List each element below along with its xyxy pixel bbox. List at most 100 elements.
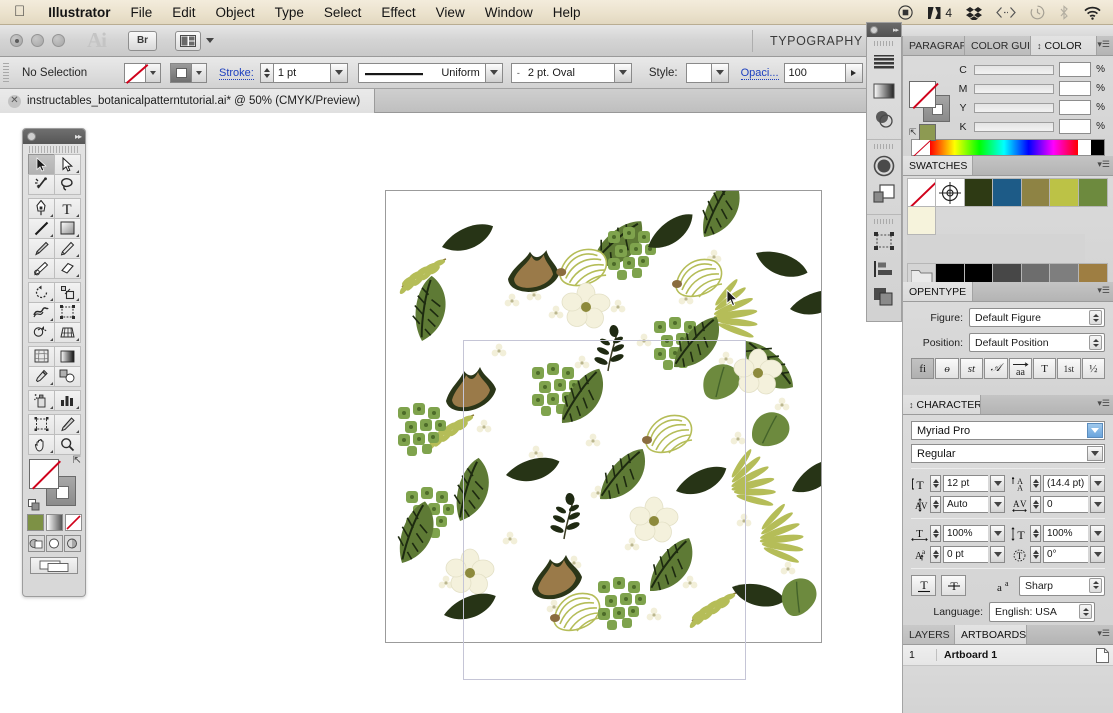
horizontal-scale-stepper[interactable]	[930, 525, 941, 542]
default-fill-stroke-icon[interactable]	[28, 498, 40, 510]
adobe-creative-cloud-icon[interactable]: 4	[920, 0, 959, 25]
swatch-dark-olive[interactable]	[964, 178, 994, 207]
color-slider-k[interactable]	[974, 122, 1054, 132]
dock-group-1[interactable]	[867, 37, 901, 140]
drawing-mode-buttons[interactable]	[23, 535, 85, 552]
dock-group-2[interactable]	[867, 140, 901, 215]
dock-header[interactable]: ▸▸	[867, 23, 901, 37]
color-value-m[interactable]	[1059, 81, 1091, 96]
contextual-alternates-button[interactable]: ɵ	[935, 358, 958, 379]
character-style-antialias-row[interactable]: T T aa Sharp	[911, 575, 1105, 596]
shape-builder-tool[interactable]	[28, 322, 55, 343]
font-family-field[interactable]: Myriad Pro	[911, 421, 1105, 440]
hand-tool[interactable]	[28, 434, 55, 455]
swatches-row-2[interactable]	[907, 206, 1109, 263]
kerning-stepper[interactable]	[930, 496, 941, 513]
vertical-scale-dropdown-icon[interactable]	[1090, 525, 1105, 542]
menu-illustrator[interactable]: Illustrator	[38, 0, 120, 25]
color-slider-y[interactable]	[974, 103, 1054, 113]
tab-swatches[interactable]: SWATCHES	[903, 156, 973, 175]
apple-menu-icon[interactable]: 	[0, 4, 38, 19]
stroke-weight-label-link[interactable]: Stroke:	[219, 67, 254, 79]
tools-fill-swatch-none[interactable]	[29, 459, 59, 489]
stroke-swatch-icon[interactable]	[170, 63, 192, 83]
menu-effect[interactable]: Effect	[371, 0, 425, 25]
opentype-position-stepper-icon[interactable]	[1089, 335, 1102, 350]
artboards-panel-tabs[interactable]: LAYERS ARTBOARDS ▾☰	[903, 625, 1113, 645]
menu-view[interactable]: View	[426, 0, 475, 25]
magic-wand-tool[interactable]	[28, 174, 55, 195]
blob-brush-tool[interactable]	[28, 258, 55, 279]
opentype-panel-tabs[interactable]: OPENTYPE ▾☰	[903, 282, 1113, 302]
character-panel-menu-icon[interactable]: ▾☰	[1097, 399, 1110, 408]
direct-selection-tool[interactable]	[54, 154, 81, 175]
character-panel-body[interactable]: Myriad Pro Regular T 12 pt AA (14.	[903, 415, 1113, 630]
baseline-shift-value[interactable]: 0 pt	[943, 546, 988, 563]
swatch-registration[interactable]	[935, 178, 965, 207]
tools-group-symbol[interactable]	[28, 390, 80, 410]
bluetooth-icon[interactable]	[1052, 0, 1076, 25]
opentype-panel[interactable]: OPENTYPE ▾☰ Figure: Default Figure Posit…	[902, 282, 1113, 395]
zoom-tool[interactable]	[54, 434, 81, 455]
swatch-blue[interactable]	[992, 178, 1022, 207]
symbol-sprayer-tool[interactable]	[28, 390, 55, 411]
symbols-panel-icon[interactable]	[871, 181, 897, 207]
gradient-tool[interactable]	[54, 346, 81, 367]
menu-file[interactable]: File	[121, 0, 163, 25]
tracking-stepper[interactable]	[1030, 496, 1041, 513]
brush-dropdown-button[interactable]	[615, 63, 632, 83]
color-slider-row-c[interactable]: C %	[957, 62, 1105, 77]
stroke-profile-combo[interactable]: Uniform	[358, 63, 486, 83]
spectrum-ramp[interactable]	[930, 140, 1078, 155]
stroke-weight-value[interactable]: 1 pt	[273, 63, 331, 83]
color-panel-fill-swatch-none[interactable]	[909, 81, 936, 108]
mesh-tool[interactable]	[28, 346, 55, 367]
control-bar-grip[interactable]	[3, 63, 9, 83]
dock-group-3-grip[interactable]	[874, 219, 894, 224]
color-panel-menu-icon[interactable]: ▾☰	[1097, 40, 1110, 49]
menu-edit[interactable]: Edit	[162, 0, 205, 25]
table-row[interactable]: 1 Artboard 1	[903, 645, 1113, 666]
dock-expand-icon[interactable]: ▸▸	[893, 26, 898, 34]
font-size-dropdown-icon[interactable]	[990, 475, 1005, 492]
swatch-olive-green[interactable]	[1078, 178, 1108, 207]
language-stepper-icon[interactable]	[1079, 604, 1092, 619]
tools-group-nav[interactable]	[28, 414, 80, 454]
rotation-control[interactable]: T 0°	[1011, 546, 1105, 563]
draw-normal-button[interactable]	[28, 535, 45, 552]
leading-stepper[interactable]	[1030, 475, 1041, 492]
leading-dropdown-icon[interactable]	[1090, 475, 1105, 492]
dropbox-icon[interactable]	[959, 0, 989, 25]
opentype-figure-stepper-icon[interactable]	[1089, 310, 1102, 325]
strikethrough-button[interactable]: T	[941, 575, 966, 596]
opacity-field[interactable]: 100	[784, 63, 863, 83]
type-tool[interactable]: T	[54, 198, 81, 219]
fractions-button[interactable]: ½	[1082, 358, 1105, 379]
swatch-cream[interactable]	[907, 206, 937, 235]
perspective-grid-tool[interactable]	[54, 322, 81, 343]
color-slider-row-k[interactable]: K %	[957, 119, 1105, 134]
tools-collapse-icon[interactable]: ▸▸	[75, 132, 81, 141]
color-value-c[interactable]	[1059, 62, 1091, 77]
rotation-value[interactable]: 0°	[1043, 546, 1088, 563]
line-segment-tool[interactable]	[28, 218, 55, 239]
tab-color-guide[interactable]: COLOR GUI	[965, 36, 1031, 55]
swatches-row-1[interactable]	[907, 178, 1109, 206]
workspace-switcher[interactable]: TYPOGRAPHY	[770, 34, 863, 48]
tracking-value[interactable]: 0	[1043, 496, 1088, 513]
kerning-value[interactable]: Auto	[943, 496, 988, 513]
ordinals-button[interactable]: 1st	[1057, 358, 1080, 379]
tools-group-paint[interactable]	[28, 346, 80, 386]
graphic-style-value[interactable]	[686, 63, 712, 83]
opentype-panel-body[interactable]: Figure: Default Figure Position: Default…	[903, 302, 1113, 387]
spectrum-white-swatch[interactable]	[1078, 140, 1091, 155]
character-kerning-tracking-row[interactable]: AV Auto AV 0	[911, 496, 1105, 513]
character-baseline-rotation-row[interactable]: Aa 0 pt T 0°	[911, 546, 1105, 563]
window-close-button[interactable]	[10, 34, 23, 47]
tools-close-icon[interactable]	[27, 132, 36, 141]
character-panel[interactable]: ↕ CHARACTER ▾☰ Myriad Pro Regular T 12 p…	[902, 395, 1113, 625]
brush-combo[interactable]: - 2 pt. Oval	[511, 63, 615, 83]
language-row[interactable]: Language: English: USA	[911, 602, 1105, 622]
gradient-panel-icon[interactable]	[871, 78, 897, 104]
width-tool[interactable]	[28, 302, 55, 323]
